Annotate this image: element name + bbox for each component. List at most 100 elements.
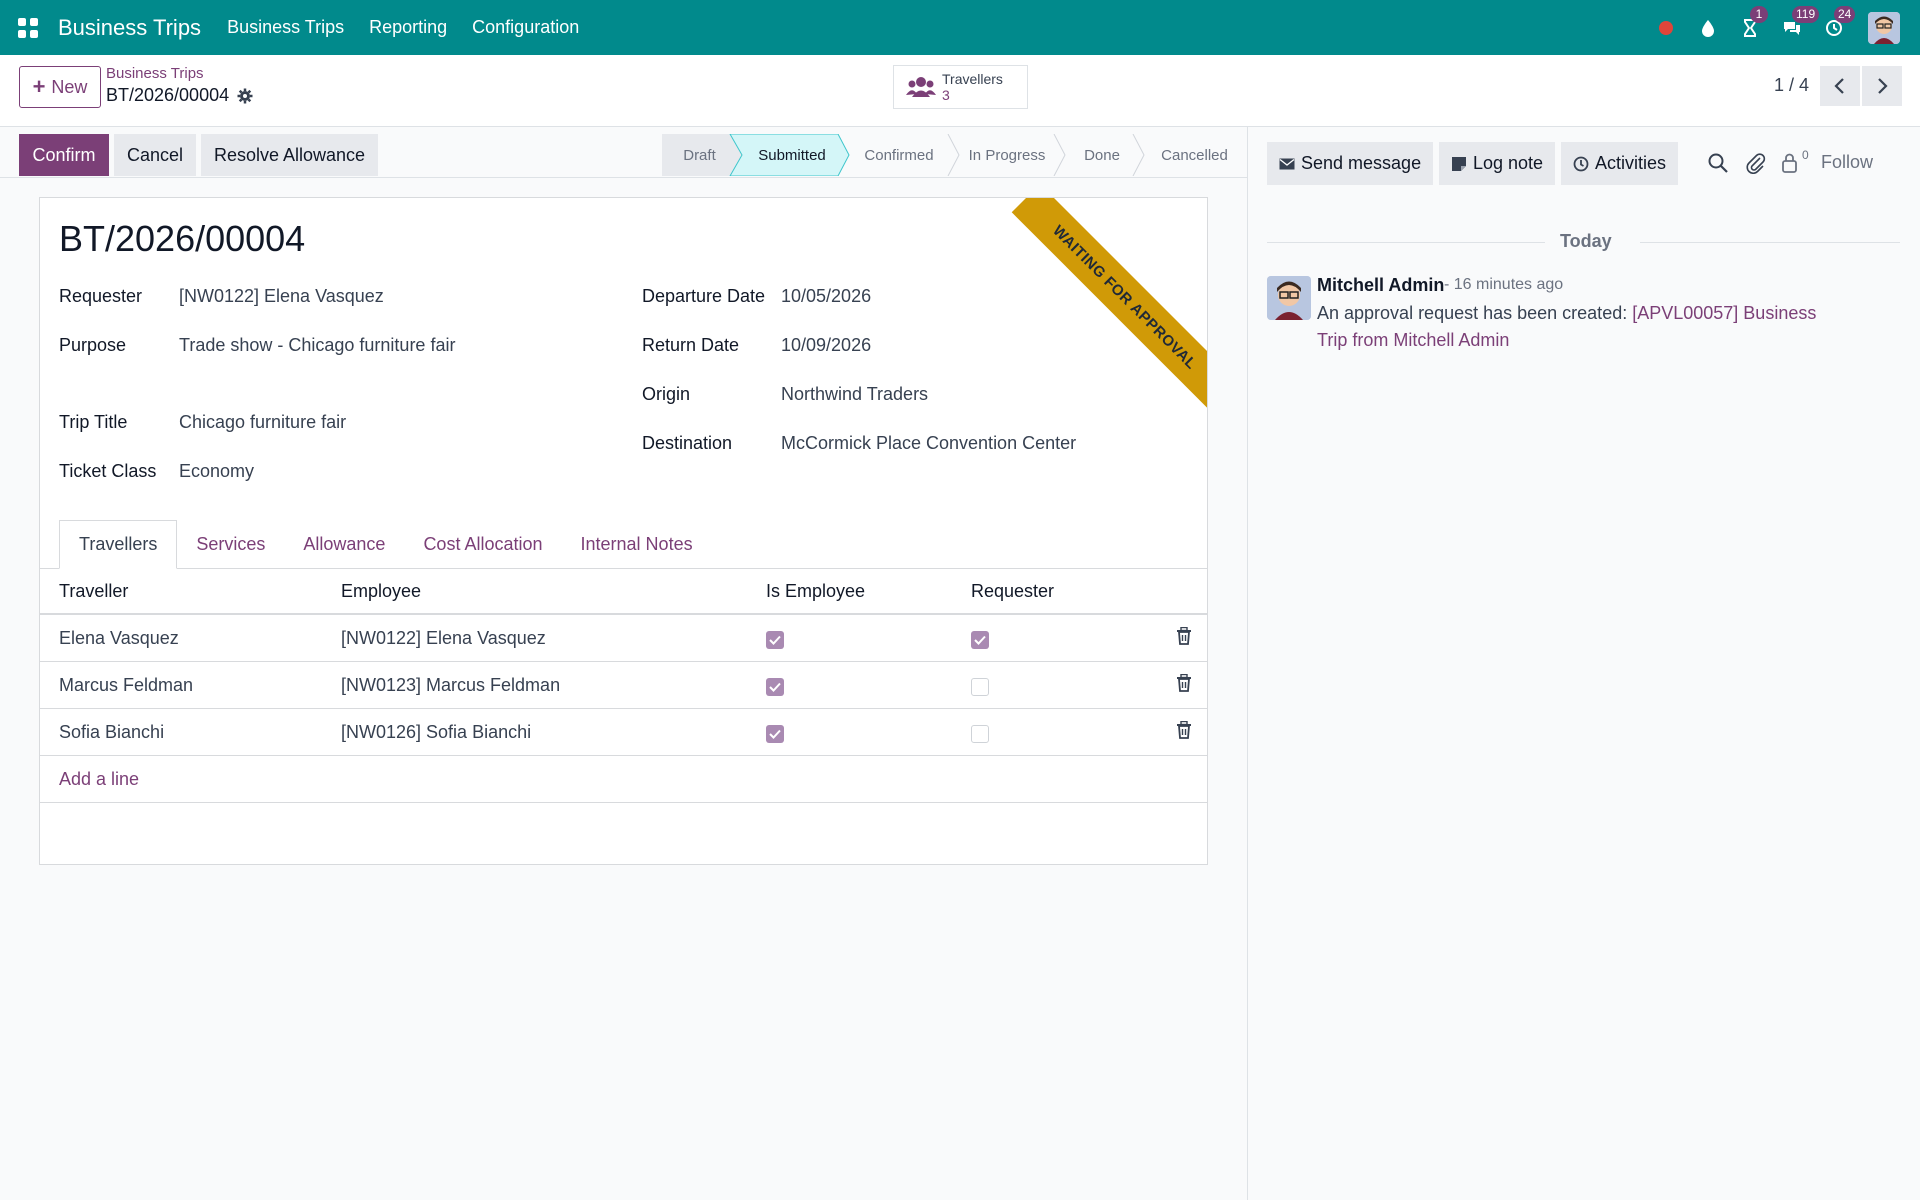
menu-reporting[interactable]: Reporting (369, 17, 447, 38)
message-author-avatar[interactable] (1267, 276, 1311, 320)
new-button[interactable]: + New (19, 66, 101, 108)
messages-icon[interactable]: 119 (1780, 5, 1820, 40)
lock-followers-icon[interactable] (1779, 152, 1801, 174)
send-message-label: Send message (1301, 153, 1422, 173)
breadcrumb-parent[interactable]: Business Trips (106, 65, 204, 82)
message-text: An approval request has been created: (1317, 303, 1633, 323)
cell-traveller: Marcus Feldman (59, 675, 194, 695)
stage-done[interactable]: Done (1062, 134, 1142, 176)
apps-menu-icon[interactable] (18, 17, 38, 38)
messages-badge: 119 (1792, 5, 1820, 23)
table-row[interactable]: Sofia Bianchi [NW0126] Sofia Bianchi (40, 709, 1207, 756)
follower-count: 0 (1802, 148, 1809, 162)
stage-draft[interactable]: Draft (662, 134, 737, 176)
cell-employee: [NW0122] Elena Vasquez (341, 628, 546, 648)
chevron-right-icon (1878, 78, 1888, 94)
column-is-employee[interactable]: Is Employee (766, 581, 865, 602)
column-employee[interactable]: Employee (341, 581, 421, 602)
requester-label: Requester (59, 286, 143, 306)
column-traveller[interactable]: Traveller (59, 581, 128, 602)
resolve-allowance-button[interactable]: Resolve Allowance (201, 134, 378, 176)
chatter-divider (1247, 127, 1248, 1200)
message-body: An approval request has been created: [A… (1317, 300, 1837, 354)
tab-allowance[interactable]: Allowance (284, 520, 404, 569)
record-name: BT/2026/00004 (59, 218, 306, 259)
trash-icon[interactable] (1176, 674, 1192, 692)
log-note-button[interactable]: Log note (1439, 142, 1556, 185)
confirm-button[interactable]: Confirm (19, 134, 109, 176)
travellers-table: Traveller Employee Is Employee Requester… (40, 569, 1207, 803)
return-date-field[interactable]: 10/09/2026 (781, 335, 871, 356)
table-row[interactable]: Marcus Feldman [NW0123] Marcus Feldman (40, 662, 1207, 709)
tab-internal-notes[interactable]: Internal Notes (562, 520, 712, 569)
travellers-smart-button[interactable]: Travellers 3 (893, 65, 1028, 109)
clock-icon (1573, 156, 1589, 171)
drop-icon[interactable] (1696, 16, 1720, 40)
cell-traveller: Elena Vasquez (59, 628, 179, 648)
tab-cost-allocation[interactable]: Cost Allocation (404, 520, 561, 569)
smart-button-label: Travellers (942, 71, 1003, 87)
departure-date-label: Departure Date (642, 286, 766, 306)
stage-cancelled[interactable]: Cancelled (1142, 134, 1247, 176)
message-author[interactable]: Mitchell Admin (1317, 275, 1444, 296)
smart-button-value: 3 (942, 87, 950, 103)
stage-submitted[interactable]: Submitted (742, 134, 842, 176)
app-brand[interactable]: Business Trips (58, 15, 201, 41)
breadcrumb-current: BT/2026/00004 (106, 85, 253, 106)
menu-configuration[interactable]: Configuration (472, 17, 579, 38)
activities-button[interactable]: Activities (1561, 142, 1679, 185)
cell-employee: [NW0126] Sofia Bianchi (341, 722, 532, 742)
trip-title-label: Trip Title (59, 412, 128, 432)
add-line-link[interactable]: Add a line (59, 769, 139, 790)
destination-field[interactable]: McCormick Place Convention Center (781, 433, 1076, 454)
separator-line-right (1640, 242, 1900, 243)
pager-previous-button[interactable] (1820, 66, 1860, 106)
send-message-button[interactable]: Send message (1267, 142, 1434, 185)
requester-checkbox[interactable] (971, 678, 989, 696)
recording-indicator-icon[interactable] (1654, 16, 1678, 40)
stages: Draft Submitted Confirmed In Progress Do… (662, 134, 1247, 176)
purpose-field[interactable]: Trade show - Chicago furniture fair (179, 335, 455, 356)
column-requester[interactable]: Requester (971, 581, 1054, 602)
cancel-button[interactable]: Cancel (114, 134, 196, 176)
menu-business-trips[interactable]: Business Trips (227, 17, 344, 38)
trash-icon[interactable] (1176, 627, 1192, 645)
stage-in-progress[interactable]: In Progress (957, 134, 1057, 176)
users-icon (906, 77, 936, 97)
log-note-label: Log note (1473, 153, 1544, 173)
return-date-label: Return Date (642, 335, 740, 355)
tab-travellers[interactable]: Travellers (59, 520, 178, 569)
purpose-label: Purpose (59, 335, 127, 355)
status-ribbon: Waiting for approval (1011, 198, 1207, 411)
tab-services[interactable]: Services (177, 520, 284, 569)
departure-date-field[interactable]: 10/05/2026 (781, 286, 871, 307)
origin-field[interactable]: Northwind Traders (781, 384, 928, 405)
is-employee-checkbox[interactable] (766, 678, 784, 696)
follow-button[interactable]: Follow (1821, 152, 1873, 173)
activity-hourglass-icon[interactable]: 1 (1738, 5, 1768, 40)
requester-field[interactable]: [NW0122] Elena Vasquez (179, 286, 384, 307)
trip-title-field[interactable]: Chicago furniture fair (179, 412, 346, 433)
separator-line-left (1267, 242, 1545, 243)
trash-icon[interactable] (1176, 721, 1192, 739)
pager-value[interactable]: 1 / 4 (1774, 75, 1809, 96)
requester-checkbox[interactable] (971, 631, 989, 649)
origin-label: Origin (642, 384, 691, 404)
is-employee-checkbox[interactable] (766, 631, 784, 649)
stage-confirmed[interactable]: Confirmed (849, 134, 949, 176)
activities-label: Activities (1595, 153, 1667, 173)
chevron-left-icon (1834, 78, 1844, 94)
notebook-tabs: Travellers Services Allowance Cost Alloc… (59, 520, 712, 569)
control-panel: + New Business Trips BT/2026/00004 Travel… (0, 55, 1920, 127)
form-statusbar: Confirm Cancel Resolve Allowance Draft S… (0, 134, 1247, 176)
user-avatar[interactable] (1868, 11, 1900, 44)
is-employee-checkbox[interactable] (766, 725, 784, 743)
gear-icon[interactable] (237, 88, 253, 104)
pager-next-button[interactable] (1862, 66, 1902, 106)
clock-icon[interactable]: 24 (1822, 5, 1856, 40)
paperclip-icon[interactable] (1745, 152, 1767, 174)
table-row[interactable]: Elena Vasquez [NW0122] Elena Vasquez (40, 615, 1207, 662)
ticket-class-field[interactable]: Economy (179, 461, 254, 482)
search-icon[interactable] (1707, 152, 1729, 174)
requester-checkbox[interactable] (971, 725, 989, 743)
